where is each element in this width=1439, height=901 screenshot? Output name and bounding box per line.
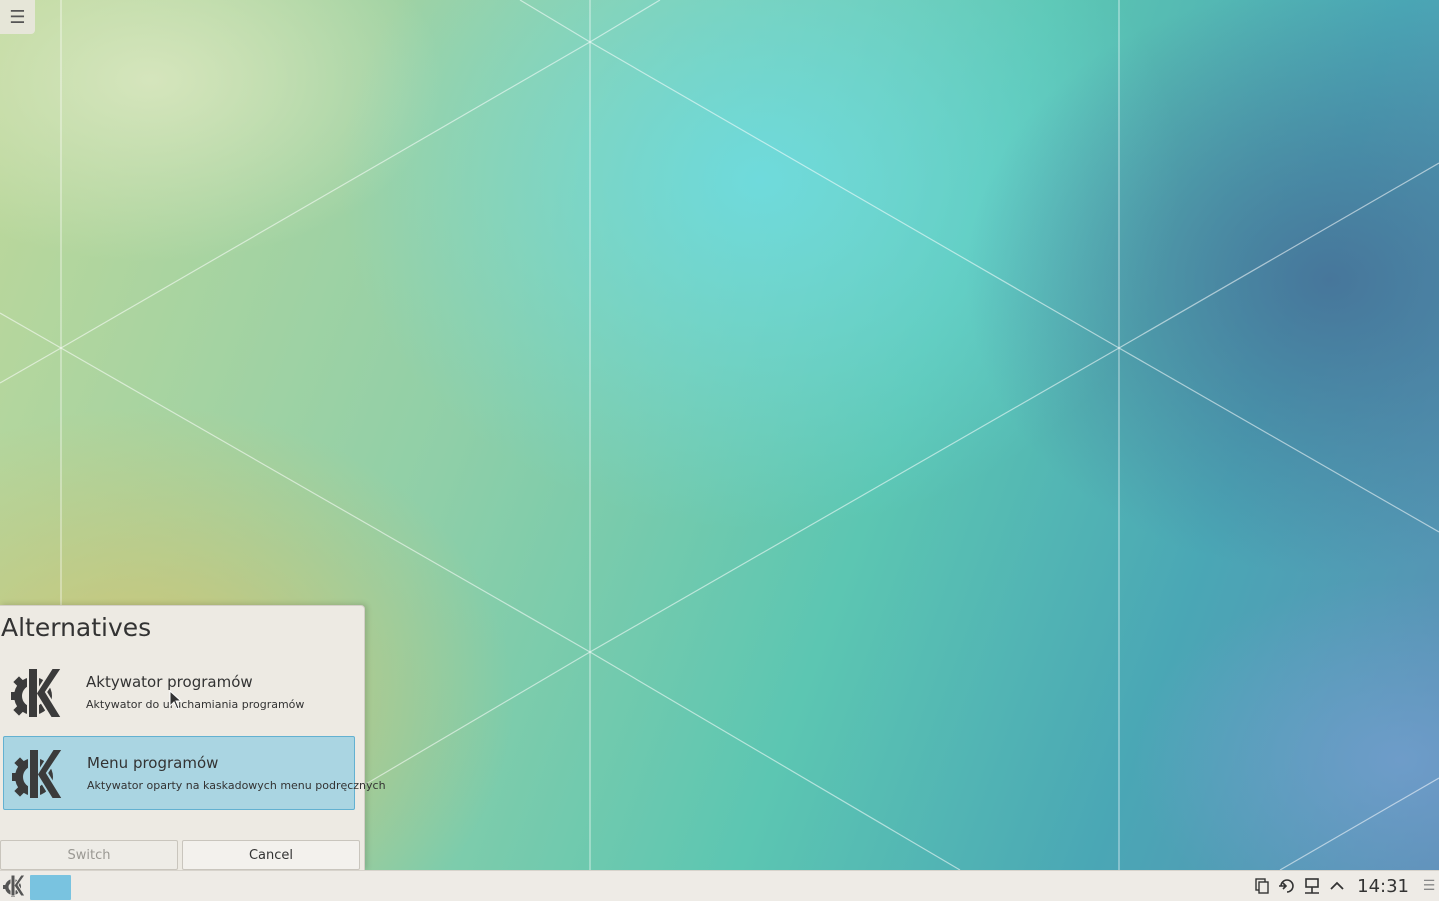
network-icon[interactable] bbox=[1299, 871, 1324, 901]
mouse-cursor-icon bbox=[169, 690, 183, 710]
device-notifier-icon[interactable] bbox=[1274, 871, 1299, 901]
hamburger-icon: ☰ bbox=[9, 6, 26, 28]
expand-arrow-icon[interactable] bbox=[1324, 871, 1349, 901]
switch-button[interactable]: Switch bbox=[0, 840, 178, 870]
kde-logo-icon bbox=[12, 748, 65, 800]
alternative-description: Aktywator oparty na kaskadowych menu pod… bbox=[87, 779, 386, 792]
cancel-button[interactable]: Cancel bbox=[182, 840, 360, 870]
alternative-name: Aktywator programów bbox=[86, 673, 253, 691]
clipboard-icon[interactable] bbox=[1249, 871, 1274, 901]
bottom-panel: 14:31 ☰ bbox=[0, 870, 1439, 901]
system-tray: 14:31 ☰ bbox=[1249, 871, 1439, 901]
taskbar-task[interactable] bbox=[30, 875, 71, 900]
alternative-description: Aktywator do uruchamiania programów bbox=[86, 698, 305, 711]
clock[interactable]: 14:31 bbox=[1357, 876, 1409, 897]
kde-logo-icon bbox=[11, 667, 64, 719]
desktop-toolbox-button[interactable]: ☰ bbox=[0, 0, 35, 34]
hamburger-icon[interactable]: ☰ bbox=[1419, 878, 1439, 894]
alternative-item-menu[interactable]: Menu programów Aktywator oparty na kaska… bbox=[3, 736, 386, 810]
kde-logo-icon[interactable] bbox=[2, 874, 26, 898]
alternatives-dialog: Alternatives Aktywator programów Aktywat… bbox=[0, 605, 386, 871]
dialog-title: Alternatives bbox=[1, 613, 152, 642]
alternative-name: Menu programów bbox=[87, 754, 219, 772]
